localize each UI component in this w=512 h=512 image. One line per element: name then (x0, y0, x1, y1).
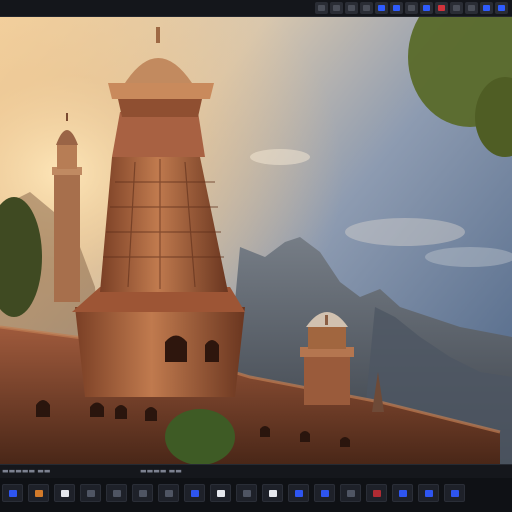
circle-icon[interactable] (262, 484, 283, 502)
export-icon[interactable] (444, 484, 465, 502)
export-icon[interactable] (480, 2, 493, 14)
film-icon[interactable] (158, 484, 179, 502)
frame-icon[interactable] (80, 484, 101, 502)
status-strip: ▬▬▬▬▬ ▬▬ ▬▬▬▬ ▬▬ (0, 464, 512, 478)
share-icon[interactable] (495, 2, 508, 14)
status-mid: ▬▬▬▬ ▬▬ (140, 467, 182, 475)
layer-icon[interactable] (288, 484, 309, 502)
right-pavilion (300, 312, 354, 405)
layers-icon[interactable] (330, 2, 343, 14)
audio-icon[interactable] (418, 484, 439, 502)
color-icon[interactable] (392, 484, 413, 502)
app-window: ▬▬▬▬▬ ▬▬ ▬▬▬▬ ▬▬ (0, 0, 512, 512)
bottom-toolbar (0, 478, 512, 512)
cloud (345, 218, 465, 246)
fx-icon[interactable] (340, 484, 361, 502)
image-icon[interactable] (54, 484, 75, 502)
top-toolbar (0, 0, 512, 17)
record-icon[interactable] (366, 484, 387, 502)
scene-image (0, 17, 512, 464)
grid-icon[interactable] (236, 484, 257, 502)
cloud (250, 149, 310, 165)
home-icon[interactable] (2, 484, 23, 502)
adjust-icon[interactable] (314, 484, 335, 502)
crop-icon[interactable] (345, 2, 358, 14)
flag-icon[interactable] (450, 2, 463, 14)
crop-icon[interactable] (210, 484, 231, 502)
brush-icon[interactable] (360, 2, 373, 14)
timeline-icon[interactable] (106, 484, 127, 502)
camera-icon[interactable] (132, 484, 153, 502)
top-tool-group (315, 2, 508, 15)
select-icon[interactable] (390, 2, 403, 14)
square-icon[interactable] (375, 2, 388, 14)
monitor-icon[interactable] (184, 484, 205, 502)
foreground-tree (165, 409, 235, 464)
bottom-tool-group (2, 484, 465, 502)
status-left: ▬▬▬▬▬ ▬▬ (2, 467, 51, 475)
record-icon[interactable] (435, 2, 448, 14)
image-canvas[interactable] (0, 17, 512, 464)
folder-icon[interactable] (28, 484, 49, 502)
move-icon[interactable] (405, 2, 418, 14)
settings-icon[interactable] (465, 2, 478, 14)
cloud (425, 247, 512, 267)
transform-icon[interactable] (420, 2, 433, 14)
grid-icon[interactable] (315, 2, 328, 14)
